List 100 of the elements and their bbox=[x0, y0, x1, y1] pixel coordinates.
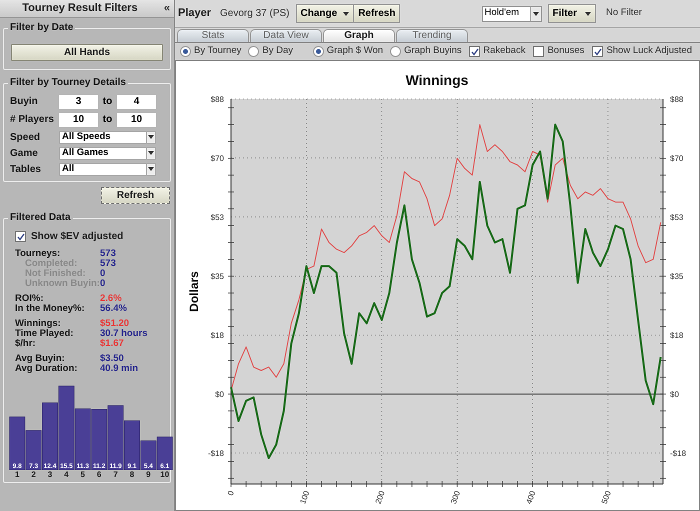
stat-value: $51.20 bbox=[100, 319, 130, 329]
stat-value: 0 bbox=[100, 279, 106, 289]
field-label: # Players bbox=[10, 113, 55, 127]
y-tick-label: -$18 bbox=[208, 449, 224, 458]
range-to-field[interactable]: 10 bbox=[117, 112, 156, 126]
x-tick-label: 500 bbox=[600, 490, 613, 506]
bar-category: 6 bbox=[96, 470, 102, 480]
refresh-button[interactable]: Refresh bbox=[354, 4, 400, 23]
bar-category: 10 bbox=[159, 470, 170, 480]
range-from-field[interactable]: 3 bbox=[59, 94, 98, 108]
radio-button[interactable] bbox=[312, 46, 324, 57]
field-label: Game bbox=[10, 146, 39, 160]
sidebar-title: Tourney Result Filters bbox=[21, 1, 139, 16]
radio-button[interactable] bbox=[390, 46, 402, 57]
range-separator: to bbox=[102, 113, 114, 127]
x-tick-label: 100 bbox=[298, 490, 312, 506]
y-tick-label: -$18 bbox=[670, 449, 686, 458]
tab[interactable]: Graph bbox=[323, 29, 395, 42]
bar-category: 3 bbox=[46, 470, 54, 480]
x-tick-label: 0 bbox=[226, 490, 236, 497]
player-label: Player bbox=[178, 6, 212, 22]
bar-category: 4 bbox=[63, 470, 70, 480]
check-icon bbox=[16, 232, 24, 240]
y-tick-label: $18 bbox=[670, 331, 684, 340]
radio-label: By Tourney bbox=[194, 44, 242, 58]
y-tick-label: $18 bbox=[210, 331, 224, 340]
stat-label: In the Money%: bbox=[15, 304, 86, 314]
field-label: Speed bbox=[10, 130, 42, 144]
refresh-button[interactable]: Refresh bbox=[101, 187, 170, 204]
stat-value: $3.50 bbox=[100, 354, 124, 364]
game-dropdown[interactable]: Hold'em bbox=[482, 6, 542, 22]
bar-category: 8 bbox=[128, 470, 136, 480]
radio-label: Graph Buyins bbox=[404, 44, 462, 58]
checkbox-label: Rakeback bbox=[483, 44, 526, 58]
stat-label: Tourneys: bbox=[15, 249, 62, 259]
histogram-bar bbox=[74, 408, 91, 470]
dropdown[interactable]: All bbox=[59, 162, 156, 176]
histogram-bar bbox=[91, 409, 108, 470]
check-icon bbox=[470, 48, 479, 56]
caret-icon bbox=[343, 12, 350, 16]
y-tick-label: $88 bbox=[670, 95, 684, 104]
filter-button[interactable]: Filter bbox=[548, 4, 596, 23]
stat-value: 30.7 hours bbox=[100, 329, 148, 339]
checkbox[interactable] bbox=[15, 231, 26, 242]
tab[interactable]: Trending bbox=[396, 29, 468, 42]
histogram-bar bbox=[108, 405, 124, 470]
y-tick-label: $53 bbox=[210, 212, 224, 222]
stat-value: 40.9 min bbox=[100, 364, 138, 374]
dropdown[interactable]: All Games bbox=[59, 146, 156, 160]
bar-category: 5 bbox=[80, 470, 86, 480]
bar-category: 9 bbox=[145, 470, 152, 480]
y-tick-label: $35 bbox=[670, 272, 684, 282]
bar-category: 2 bbox=[30, 470, 37, 480]
stat-value: 573 bbox=[100, 259, 116, 269]
stat-value: $1.67 bbox=[100, 339, 124, 349]
radio-button[interactable] bbox=[180, 46, 191, 57]
bar-category: 7 bbox=[112, 470, 119, 480]
y-tick-label: $53 bbox=[670, 212, 684, 222]
tab[interactable]: Data View bbox=[250, 29, 322, 42]
y-tick-label: $0 bbox=[215, 390, 224, 400]
tab[interactable]: Stats bbox=[177, 29, 249, 42]
radio-label: By Day bbox=[262, 44, 293, 58]
x-tick-label: 300 bbox=[449, 490, 462, 506]
checkbox[interactable] bbox=[469, 46, 480, 57]
radio-button[interactable] bbox=[248, 46, 260, 57]
range-separator: to bbox=[102, 95, 114, 109]
y-tick-label: $70 bbox=[670, 154, 684, 163]
field-label: Tables bbox=[10, 162, 42, 176]
stat-label: $/hr: bbox=[15, 339, 37, 349]
y-axis-title: Dollars bbox=[187, 271, 201, 312]
group-title: Filter by Date bbox=[8, 22, 76, 34]
stat-value: 2.6% bbox=[100, 294, 122, 304]
stat-value: 0 bbox=[100, 269, 106, 279]
field-label: Buyin bbox=[10, 95, 39, 109]
group-title: Filter by Tourney Details bbox=[8, 77, 128, 89]
dropdown[interactable]: All Speeds bbox=[59, 130, 156, 144]
stat-label: Avg Duration: bbox=[15, 364, 78, 374]
y-tick-label: $88 bbox=[210, 95, 224, 104]
checkbox-label: Bonuses bbox=[547, 44, 584, 58]
all-hands-button[interactable]: All Hands bbox=[11, 44, 163, 61]
checkbox-label: Show Luck Adjusted bbox=[606, 44, 692, 58]
filter-status: No Filter bbox=[606, 6, 643, 20]
chart-title: Winnings bbox=[406, 72, 468, 88]
range-from-field[interactable]: 10 bbox=[59, 112, 98, 126]
caret-icon bbox=[585, 12, 591, 16]
stat-label: Time Played: bbox=[15, 329, 74, 339]
histogram-bar bbox=[9, 416, 26, 470]
stat-value: 573 bbox=[100, 249, 116, 259]
change-button[interactable]: Change bbox=[296, 4, 354, 23]
range-to-field[interactable]: 4 bbox=[117, 94, 156, 108]
caret-icon bbox=[532, 12, 539, 16]
x-tick-label: 200 bbox=[374, 490, 387, 506]
stat-label: Winnings: bbox=[15, 319, 62, 329]
caret-icon bbox=[148, 135, 154, 139]
checkbox[interactable] bbox=[533, 46, 544, 57]
collapse-button[interactable]: « bbox=[160, 0, 174, 17]
player-name: Gevorg 37 (PS) bbox=[220, 7, 290, 21]
stat-label: ROI%: bbox=[15, 294, 44, 304]
checkbox[interactable] bbox=[592, 46, 604, 57]
radio-label: Graph $ Won bbox=[326, 44, 384, 58]
